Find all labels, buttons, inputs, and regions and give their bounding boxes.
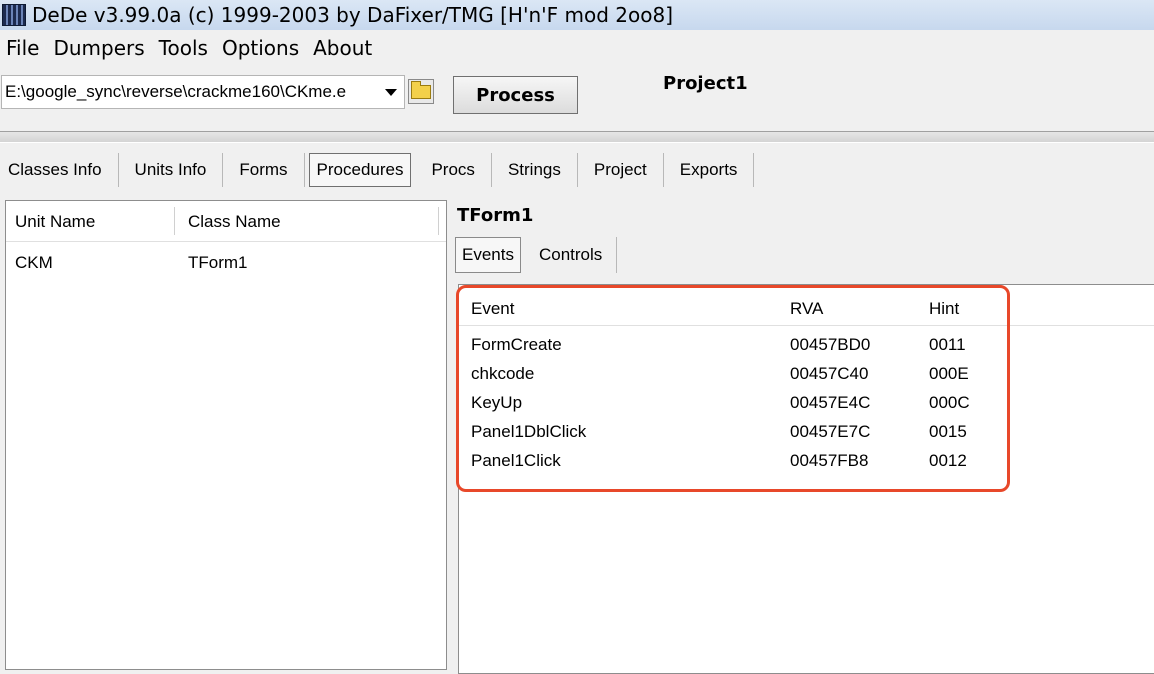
hint-cell: 0011 (929, 335, 966, 354)
hint-cell: 0015 (929, 422, 967, 441)
tab-forms[interactable]: Forms (223, 153, 305, 187)
form-subtabs: Events Controls (455, 237, 618, 273)
column-header-event[interactable]: Event (471, 299, 514, 319)
event-name-cell: FormCreate (471, 335, 562, 354)
window-title: DeDe v3.99.0a (c) 1999-2003 by DaFixer/T… (32, 3, 673, 27)
events-table-header: Event RVA Hint (459, 285, 1154, 326)
menu-about[interactable]: About (307, 36, 380, 60)
app-icon (2, 4, 26, 26)
units-list[interactable]: Unit Name Class Name CKM TForm1 (5, 200, 447, 670)
column-header-hint[interactable]: Hint (929, 299, 959, 319)
table-row[interactable]: KeyUp 00457E4C 000C (459, 391, 1154, 420)
event-name-cell: KeyUp (471, 393, 523, 412)
menu-options[interactable]: Options (216, 36, 307, 60)
hint-cell: 000E (929, 364, 969, 383)
table-row[interactable]: FormCreate 00457BD0 0011 (459, 333, 1154, 362)
tab-procedures[interactable]: Procedures (308, 153, 412, 187)
table-row[interactable]: Panel1DblClick 00457E7C 0015 (459, 420, 1154, 449)
units-table-header: Unit Name Class Name (6, 201, 446, 242)
tab-controls[interactable]: Controls (525, 237, 618, 273)
file-path-combo[interactable]: E:\google_sync\reverse\crackme160\CKme.e (1, 75, 405, 109)
rva-cell: 00457C40 (790, 364, 869, 383)
title-bar: DeDe v3.99.0a (c) 1999-2003 by DaFixer/T… (0, 0, 1154, 30)
form-title: TForm1 (457, 205, 534, 226)
folder-icon (411, 80, 431, 99)
class-name-cell: TForm1 (188, 253, 248, 272)
rva-cell: 00457BD0 (790, 335, 871, 354)
tab-units-info[interactable]: Units Info (119, 153, 224, 187)
events-list[interactable]: Event RVA Hint FormCreate 00457BD0 0011 … (458, 284, 1154, 674)
event-name-cell: Panel1Click (471, 451, 561, 470)
column-header-rva[interactable]: RVA (790, 299, 823, 319)
dropdown-arrow-icon[interactable] (385, 88, 397, 96)
rva-cell: 00457E4C (790, 393, 871, 412)
event-name-cell: chkcode (471, 364, 535, 383)
event-name-cell: Panel1DblClick (471, 422, 587, 441)
main-tabs: Classes Info Units Info Forms Procedures… (0, 153, 755, 187)
process-button[interactable]: Process (453, 76, 578, 114)
tab-exports[interactable]: Exports (664, 153, 755, 187)
project-name: Project1 (663, 73, 748, 94)
column-divider[interactable] (174, 207, 175, 235)
browse-folder-button[interactable] (408, 79, 434, 104)
table-row[interactable]: CKM TForm1 (6, 242, 446, 278)
rva-cell: 00457FB8 (790, 451, 869, 470)
table-row[interactable]: Panel1Click 00457FB8 0012 (459, 449, 1154, 478)
tab-classes-info[interactable]: Classes Info (0, 153, 119, 187)
tab-project[interactable]: Project (578, 153, 664, 187)
tab-events[interactable]: Events (455, 237, 521, 273)
tab-procs[interactable]: Procs (415, 153, 492, 187)
table-row[interactable]: chkcode 00457C40 000E (459, 362, 1154, 391)
rva-cell: 00457E7C (790, 422, 871, 441)
column-header-unit-name[interactable]: Unit Name (15, 212, 95, 232)
menu-dumpers[interactable]: Dumpers (47, 36, 152, 60)
unit-name-cell: CKM (15, 253, 53, 272)
menu-tools[interactable]: Tools (153, 36, 216, 60)
hint-cell: 0012 (929, 451, 967, 470)
tab-strings[interactable]: Strings (492, 153, 578, 187)
menu-file[interactable]: File (0, 36, 47, 60)
hint-cell: 000C (929, 393, 970, 412)
file-path-value: E:\google_sync\reverse\crackme160\CKme.e (5, 82, 347, 101)
column-divider[interactable] (438, 207, 439, 235)
progress-bar (0, 131, 1154, 143)
column-header-class-name[interactable]: Class Name (188, 212, 281, 232)
menu-bar: File Dumpers Tools Options About (0, 33, 380, 63)
